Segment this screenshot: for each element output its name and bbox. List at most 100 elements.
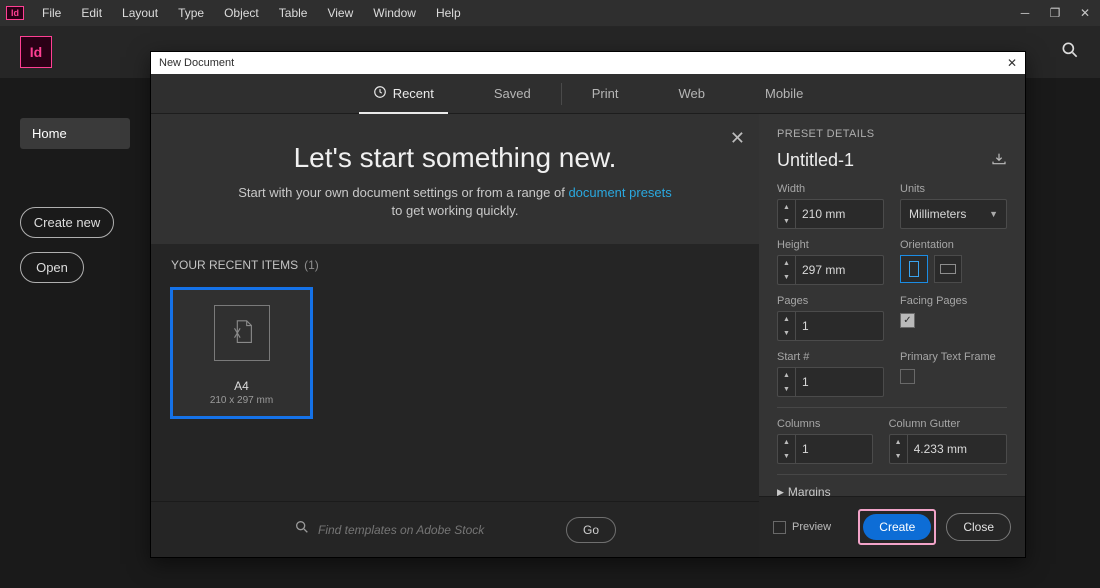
menu-help[interactable]: Help [426, 0, 471, 26]
step-up-icon[interactable]: ▲ [778, 368, 795, 382]
preset-details-panel: PRESET DETAILS Untitled-1 Width ▲▼ [759, 114, 1025, 557]
step-down-icon[interactable]: ▼ [778, 382, 795, 396]
menu-view[interactable]: View [317, 0, 363, 26]
search-icon[interactable] [1060, 40, 1080, 65]
preset-card-a4[interactable]: A4 210 x 297 mm [171, 288, 312, 418]
nav-home[interactable]: Home [20, 118, 130, 149]
tab-recent[interactable]: Recent [343, 74, 464, 114]
hero-close-icon[interactable]: ✕ [730, 128, 745, 149]
height-stepper[interactable]: ▲▼ [777, 255, 884, 285]
stock-bar: Go [151, 501, 759, 557]
gutter-input[interactable] [908, 435, 1006, 463]
recent-header: YOUR RECENT ITEMS (1) [151, 244, 759, 282]
gutter-label: Column Gutter [889, 418, 1007, 430]
tab-label: Print [592, 86, 619, 101]
menu-file[interactable]: File [32, 0, 71, 26]
gutter-stepper[interactable]: ▲▼ [889, 434, 1007, 464]
restore-icon[interactable]: ❐ [1040, 0, 1070, 26]
orientation-label: Orientation [900, 239, 1007, 251]
step-down-icon[interactable]: ▼ [778, 449, 795, 463]
width-label: Width [777, 183, 884, 195]
search-icon [294, 519, 310, 540]
dialog-left: ✕ Let's start something new. Start with … [151, 114, 759, 557]
units-label: Units [900, 183, 1007, 195]
dialog-titlebar-close-icon[interactable]: ✕ [1007, 56, 1017, 70]
step-up-icon[interactable]: ▲ [890, 435, 907, 449]
margins-expander[interactable]: ▶ Margins [777, 485, 1007, 496]
menu-table[interactable]: Table [269, 0, 318, 26]
menu-object[interactable]: Object [214, 0, 269, 26]
units-value: Millimeters [909, 207, 966, 221]
tab-label: Recent [393, 86, 434, 101]
tab-web[interactable]: Web [649, 74, 736, 114]
open-button[interactable]: Open [20, 252, 84, 283]
create-button[interactable]: Create [863, 514, 931, 540]
document-presets-link[interactable]: document presets [568, 185, 671, 200]
facing-pages-label: Facing Pages [900, 295, 1007, 307]
start-input[interactable] [796, 368, 883, 396]
dialog-titlebar: New Document ✕ [151, 52, 1025, 74]
orientation-landscape[interactable] [934, 255, 962, 283]
step-down-icon[interactable]: ▼ [778, 214, 795, 228]
recent-grid: A4 210 x 297 mm [151, 282, 759, 501]
columns-input[interactable] [796, 435, 872, 463]
chevron-down-icon: ▼ [989, 209, 998, 219]
facing-pages-checkbox[interactable]: ✓ [900, 313, 915, 328]
tab-mobile[interactable]: Mobile [735, 74, 833, 114]
orientation-portrait[interactable] [900, 255, 928, 283]
create-new-button[interactable]: Create new [20, 207, 114, 238]
close-button[interactable]: Close [946, 513, 1011, 541]
units-select[interactable]: Millimeters ▼ [900, 199, 1007, 229]
height-input[interactable] [796, 256, 883, 284]
pages-label: Pages [777, 295, 884, 307]
pages-stepper[interactable]: ▲▼ [777, 311, 884, 341]
hero-heading: Let's start something new. [171, 142, 739, 174]
step-down-icon[interactable]: ▼ [778, 326, 795, 340]
preview-label: Preview [792, 521, 831, 533]
menu-edit[interactable]: Edit [71, 0, 112, 26]
clock-icon [373, 85, 387, 102]
width-stepper[interactable]: ▲▼ [777, 199, 884, 229]
step-up-icon[interactable]: ▲ [778, 435, 795, 449]
divider [777, 474, 1007, 475]
stock-go-button[interactable]: Go [566, 517, 616, 543]
stock-search-input[interactable] [318, 523, 554, 537]
tab-saved[interactable]: Saved [464, 74, 561, 114]
new-document-dialog: New Document ✕ Recent Saved Print Web Mo… [150, 51, 1026, 558]
close-icon[interactable]: ✕ [1070, 0, 1100, 26]
ptf-label: Primary Text Frame [900, 351, 1007, 363]
width-input[interactable] [796, 200, 883, 228]
minimize-icon[interactable]: ─ [1010, 0, 1040, 26]
page-preset-icon [214, 305, 270, 361]
app-logo-icon: Id [20, 36, 52, 68]
save-preset-icon[interactable] [991, 152, 1007, 169]
primary-text-frame-checkbox[interactable] [900, 369, 915, 384]
step-down-icon[interactable]: ▼ [778, 270, 795, 284]
recent-count: (1) [304, 258, 319, 272]
preview-checkbox[interactable] [773, 521, 786, 534]
columns-stepper[interactable]: ▲▼ [777, 434, 873, 464]
start-stepper[interactable]: ▲▼ [777, 367, 884, 397]
start-label: Start # [777, 351, 884, 363]
preset-details-header: PRESET DETAILS [777, 128, 1007, 140]
menu-type[interactable]: Type [168, 0, 214, 26]
tab-label: Saved [494, 86, 531, 101]
step-down-icon[interactable]: ▼ [890, 449, 907, 463]
chevron-right-icon: ▶ [777, 487, 784, 497]
dialog-title: New Document [159, 57, 234, 69]
step-up-icon[interactable]: ▲ [778, 200, 795, 214]
preset-name-field[interactable]: Untitled-1 [777, 150, 991, 171]
divider [777, 407, 1007, 408]
tab-print[interactable]: Print [562, 74, 649, 114]
menubar: Id File Edit Layout Type Object Table Vi… [0, 0, 1100, 26]
recent-label: YOUR RECENT ITEMS [171, 258, 298, 272]
pages-input[interactable] [796, 312, 883, 340]
hero: ✕ Let's start something new. Start with … [151, 114, 759, 244]
home-sidebar: Home Create new Open [20, 118, 150, 283]
step-up-icon[interactable]: ▲ [778, 312, 795, 326]
menu-window[interactable]: Window [363, 0, 426, 26]
menu-layout[interactable]: Layout [112, 0, 168, 26]
preset-tabs: Recent Saved Print Web Mobile [151, 74, 1025, 114]
step-up-icon[interactable]: ▲ [778, 256, 795, 270]
preset-name: A4 [234, 379, 249, 393]
